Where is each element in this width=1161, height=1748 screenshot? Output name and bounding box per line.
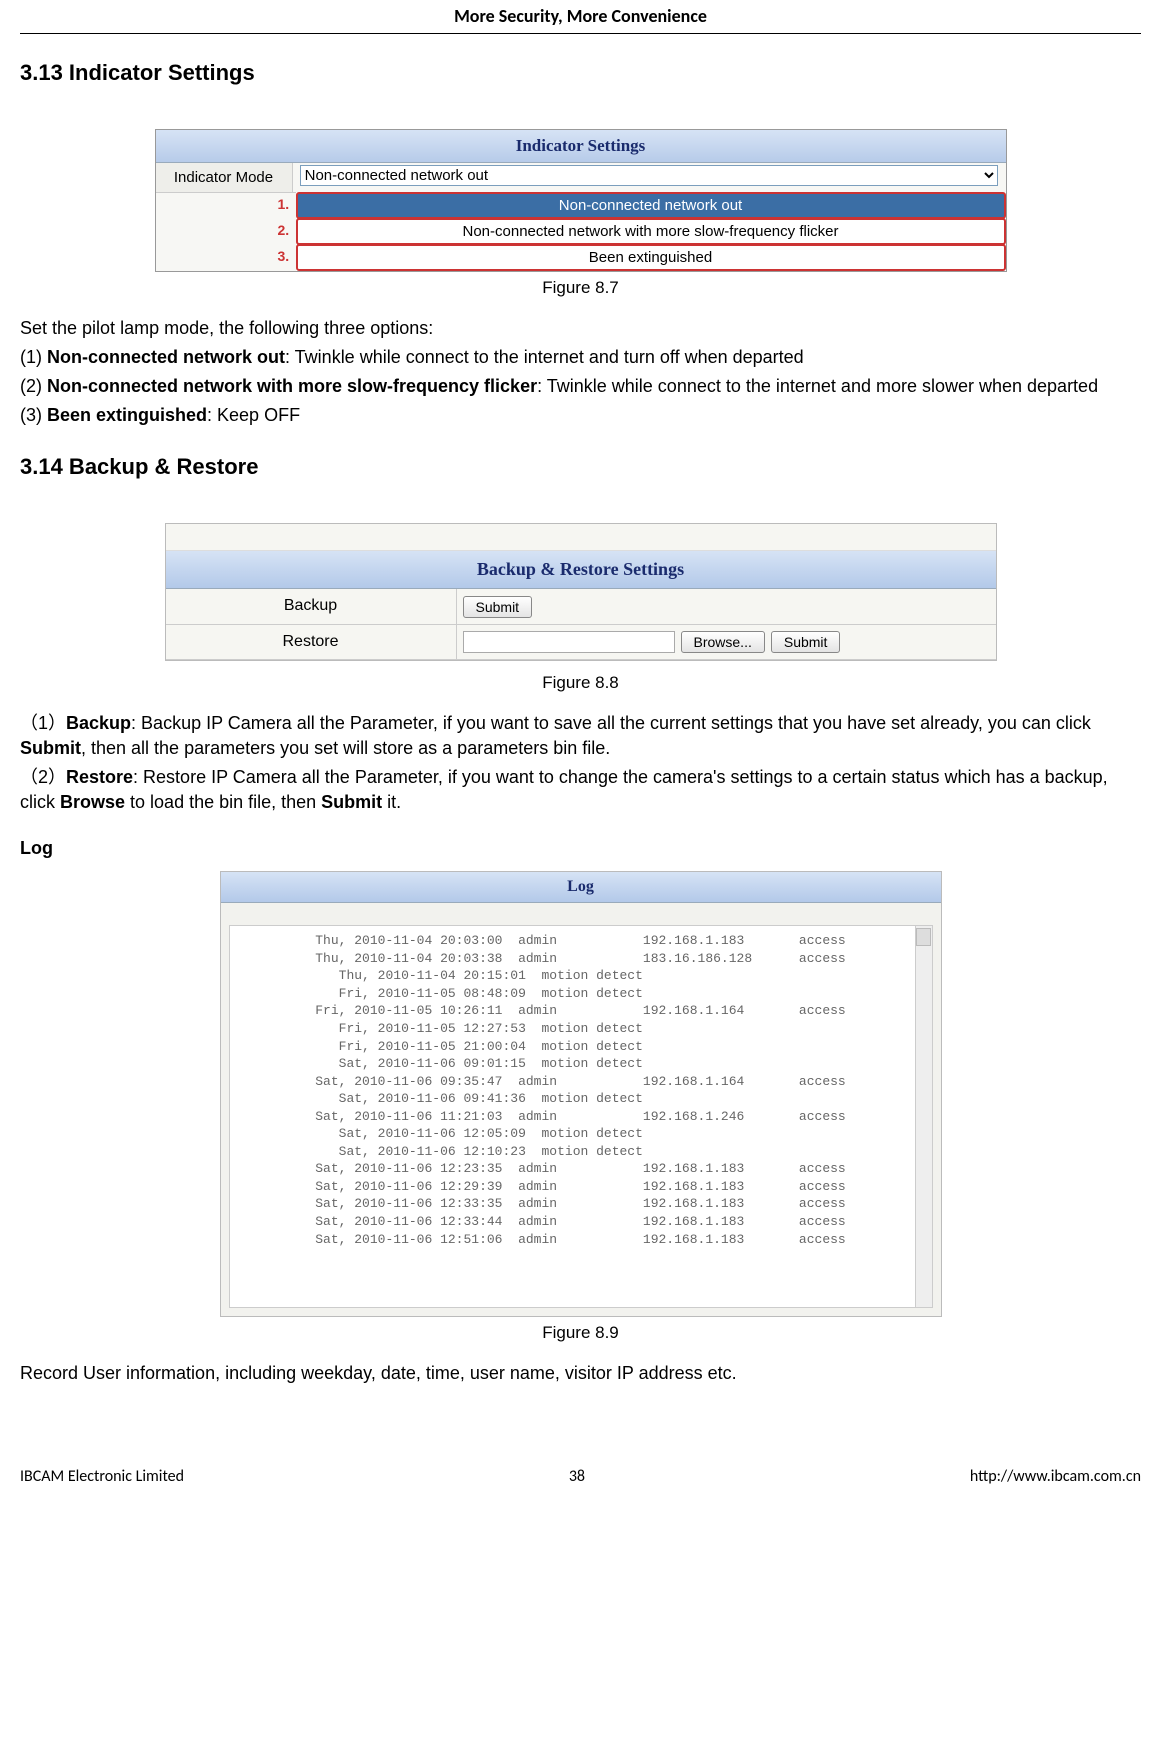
backup-desc: （1）Backup: Backup IP Camera all the Para… — [20, 711, 1141, 761]
log-textarea[interactable]: Thu, 2010-11-04 20:03:00 admin 192.168.1… — [229, 925, 933, 1307]
opt-num-2: 2. — [278, 221, 290, 241]
dropdown-option-2[interactable]: 2. Non-connected network with more slow-… — [296, 218, 1006, 245]
footer-page-num: 38 — [569, 1466, 585, 1488]
dropdown-options: 1. Non-connected network out 2. Non-conn… — [296, 192, 1006, 271]
scrollbar-thumb[interactable] — [916, 928, 931, 946]
footer-url: http://www.ibcam.com.cn — [970, 1466, 1141, 1488]
page-footer: IBCAM Electronic Limited 38 http://www.i… — [20, 1466, 1141, 1508]
figure-caption-88: Figure 8.8 — [20, 671, 1141, 695]
opt-text-3: Been extinguished — [589, 249, 712, 266]
section-heading-314: 3.14 Backup & Restore — [20, 452, 1141, 483]
restore-browse-button[interactable]: Browse... — [681, 631, 765, 653]
option-3-desc: (3) Been extinguished: Keep OFF — [20, 403, 1141, 428]
log-title: Log — [221, 872, 941, 903]
figure-87: Indicator Settings Indicator Mode Non-co… — [155, 129, 1007, 272]
restore-file-input[interactable] — [463, 631, 675, 653]
opt-num-1: 1. — [278, 195, 290, 215]
indicator-mode-select[interactable]: Non-connected network out — [300, 165, 999, 186]
figure-caption-89: Figure 8.9 — [20, 1321, 1141, 1345]
dropdown-option-1[interactable]: 1. Non-connected network out — [296, 192, 1006, 219]
page-header: More Security, More Convenience — [20, 0, 1141, 34]
backup-restore-title: Backup & Restore Settings — [166, 551, 996, 589]
scrollbar-track[interactable] — [915, 926, 932, 1306]
opt-text-2: Non-connected network with more slow-fre… — [463, 223, 839, 240]
opt-num-3: 3. — [278, 247, 290, 267]
figure-89: Log Thu, 2010-11-04 20:03:00 admin 192.1… — [220, 871, 942, 1317]
dropdown-option-3[interactable]: 3. Been extinguished — [296, 244, 1006, 271]
opt-text-1: Non-connected network out — [559, 197, 742, 214]
options-intro: Set the pilot lamp mode, the following t… — [20, 316, 1141, 341]
indicator-mode-label: Indicator Mode — [156, 163, 293, 192]
footer-company: IBCAM Electronic Limited — [20, 1466, 184, 1488]
option-2-desc: (2) Non-connected network with more slow… — [20, 374, 1141, 399]
figure-caption-87: Figure 8.7 — [20, 276, 1141, 300]
restore-label: Restore — [166, 625, 457, 659]
restore-desc: （2）Restore: Restore IP Camera all the Pa… — [20, 765, 1141, 815]
section-heading-313: 3.13 Indicator Settings — [20, 58, 1141, 89]
backup-submit-button[interactable]: Submit — [463, 596, 533, 618]
restore-submit-button[interactable]: Submit — [771, 631, 841, 653]
indicator-title: Indicator Settings — [156, 130, 1006, 163]
figure-88: Backup & Restore Settings Backup Submit … — [165, 523, 997, 661]
log-heading: Log — [20, 836, 1141, 861]
log-description: Record User information, including weekd… — [20, 1361, 1141, 1386]
option-1-desc: (1) Non-connected network out: Twinkle w… — [20, 345, 1141, 370]
backup-label: Backup — [166, 589, 457, 623]
log-content: Thu, 2010-11-04 20:03:00 admin 192.168.1… — [236, 932, 926, 1248]
